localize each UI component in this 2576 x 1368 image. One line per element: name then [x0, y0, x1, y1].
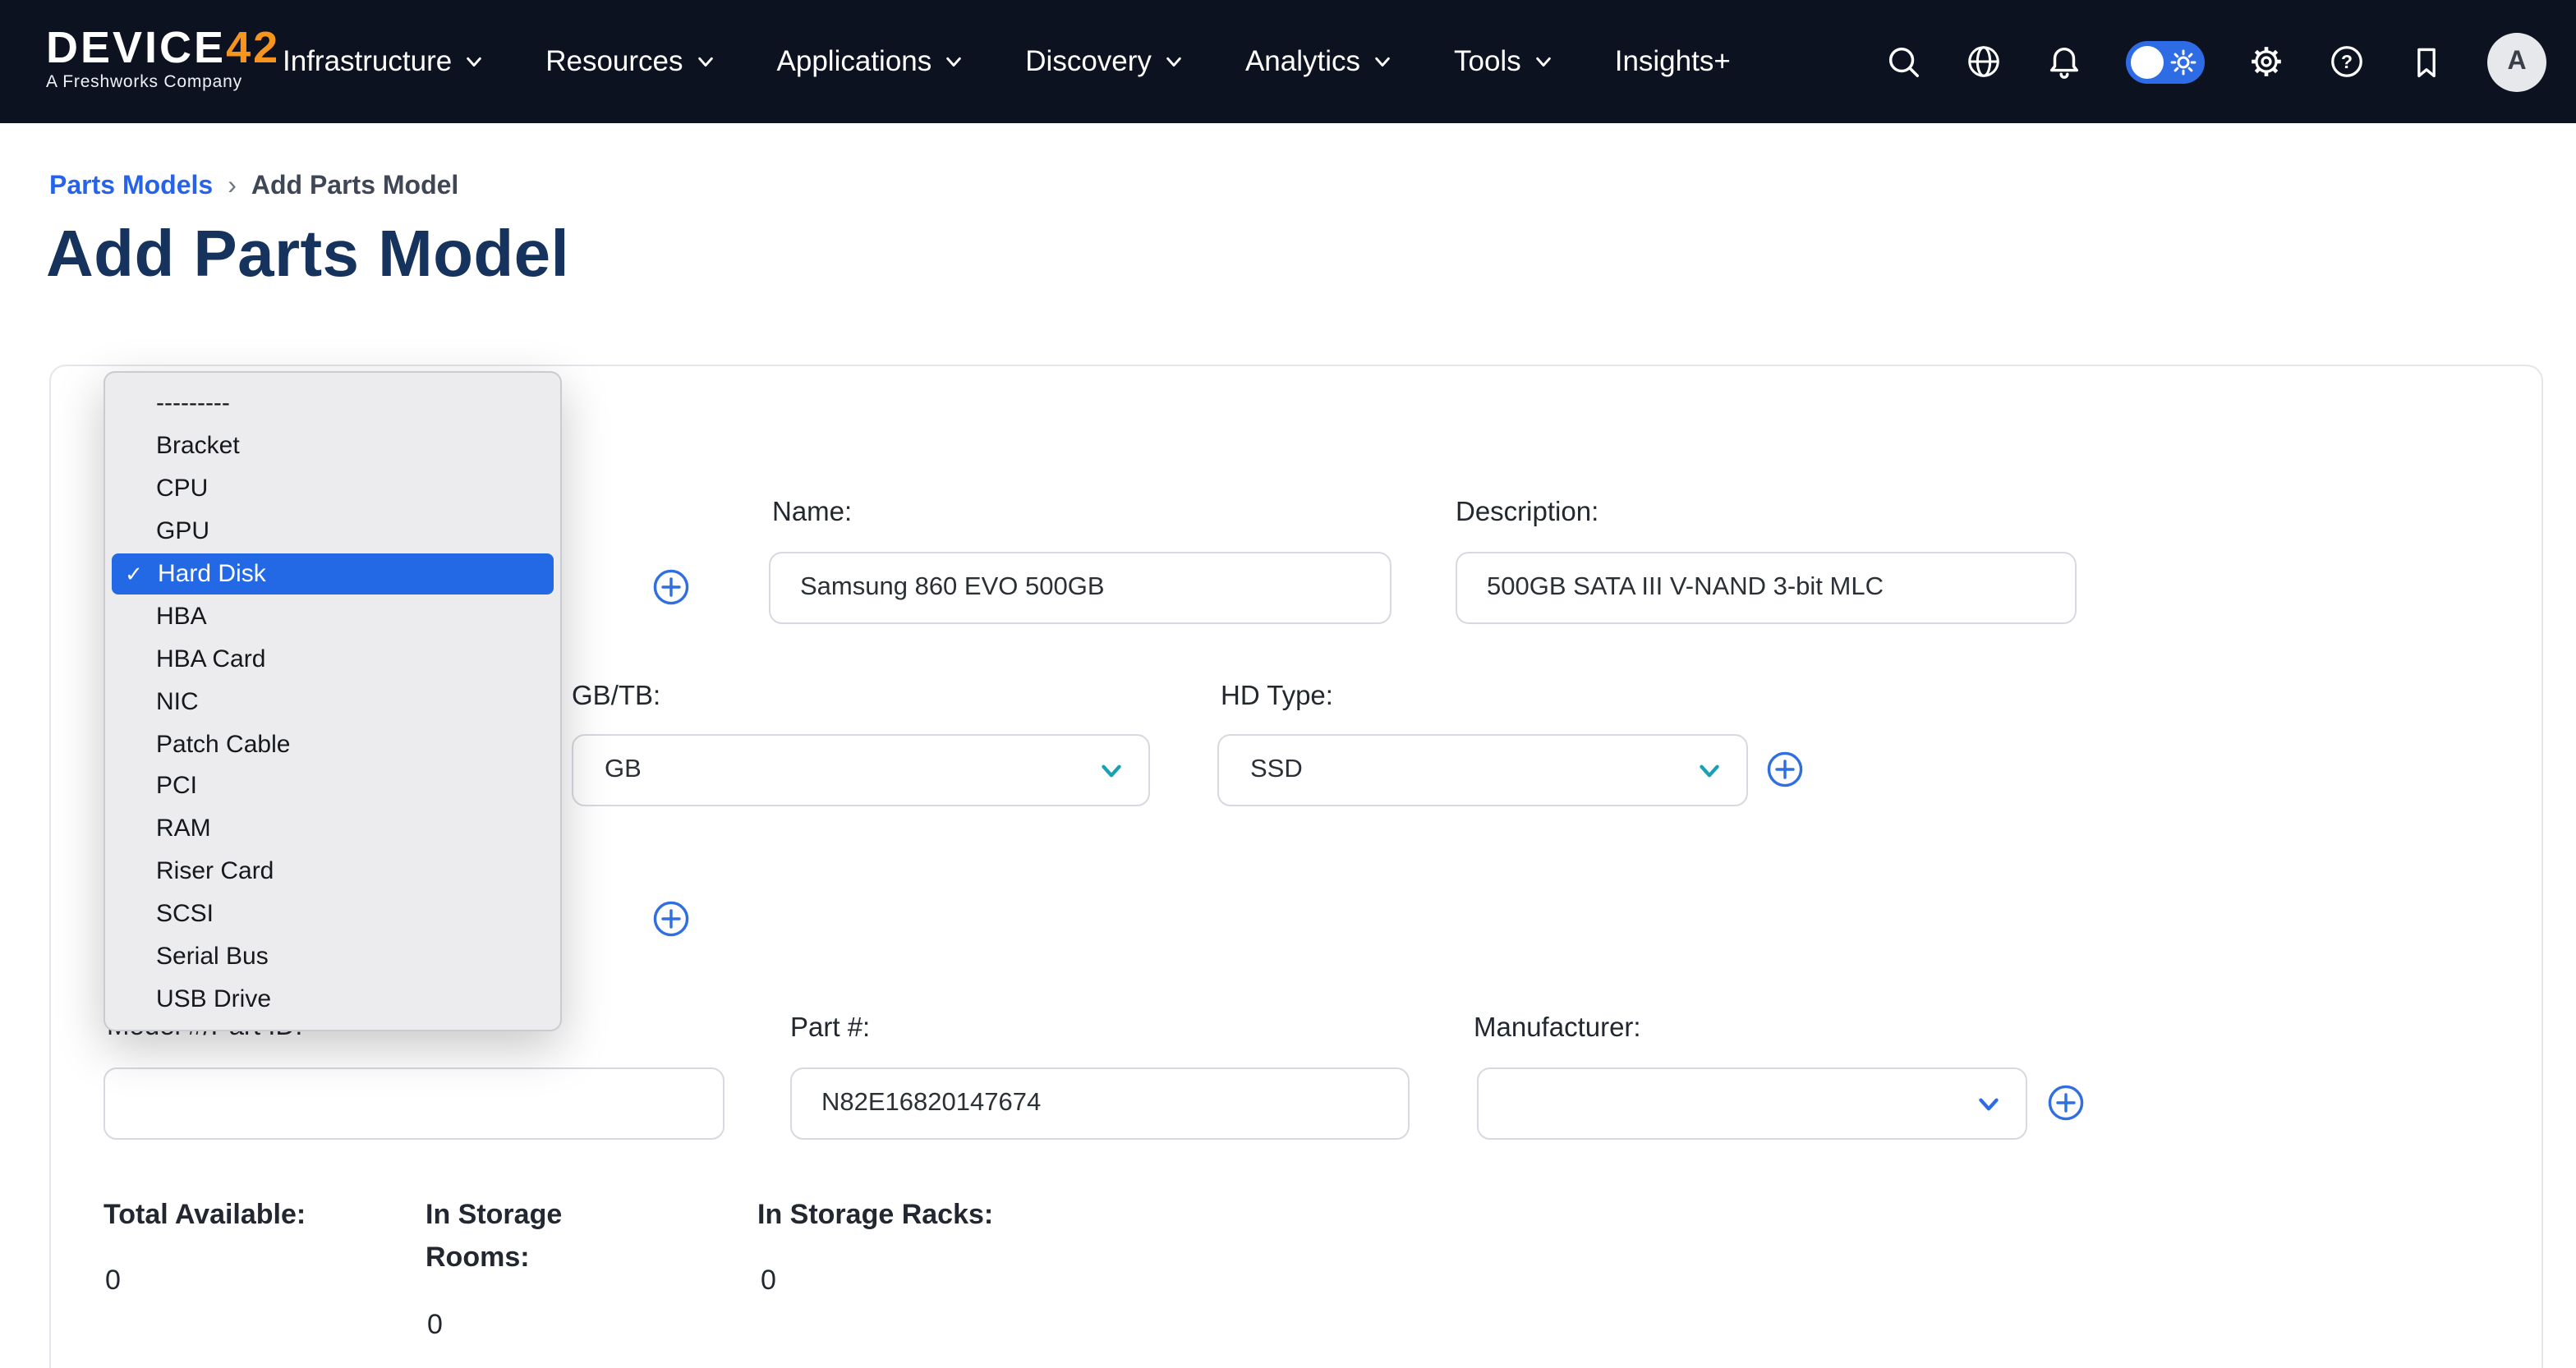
- breadcrumb: Parts Models › Add Parts Model: [49, 172, 458, 202]
- nav-item-label: Applications: [777, 44, 932, 79]
- description-input[interactable]: [1456, 552, 2077, 624]
- hd-type-label: HD Type:: [1221, 682, 1333, 713]
- dropdown-option[interactable]: Patch Cable: [112, 723, 554, 765]
- help-icon[interactable]: ?: [2328, 43, 2366, 80]
- nav-item-insights-plus[interactable]: Insights+: [1615, 44, 1731, 79]
- search-icon[interactable]: [1884, 43, 1922, 80]
- nav-item-label: Infrastructure: [283, 44, 452, 79]
- logo-device-text: DEVICE: [46, 23, 226, 72]
- dropdown-option[interactable]: Riser Card: [112, 851, 554, 893]
- name-input[interactable]: [769, 552, 1392, 624]
- bell-icon[interactable]: [2045, 43, 2083, 80]
- avatar-letter: A: [2507, 47, 2526, 76]
- type-dropdown-menu: --------- Bracket CPU GPU ✓ Hard Disk HB…: [104, 371, 562, 1032]
- gbtb-select-value: GB: [605, 755, 642, 785]
- chevron-down-icon: [1097, 756, 1125, 784]
- toggle-knob: [2131, 45, 2164, 78]
- part-number-input[interactable]: [790, 1067, 1410, 1140]
- nav-item-label: Resources: [545, 44, 683, 79]
- total-available-label: Total Available:: [104, 1194, 306, 1237]
- breadcrumb-separator: ›: [228, 172, 237, 202]
- plus-circle-icon: [1766, 751, 1804, 788]
- add-vendor-button[interactable]: [652, 900, 690, 938]
- chevron-down-icon: [1534, 53, 1552, 71]
- description-label: Description:: [1456, 498, 1598, 529]
- plus-circle-icon: [652, 900, 690, 938]
- page-title: Add Parts Model: [46, 218, 569, 292]
- dropdown-option[interactable]: PCI: [112, 765, 554, 808]
- in-storage-racks-label: In Storage Racks:: [757, 1194, 993, 1237]
- globe-icon[interactable]: [1965, 43, 2003, 80]
- nav-item-infrastructure[interactable]: Infrastructure: [283, 44, 483, 79]
- check-icon: ✓: [125, 561, 148, 587]
- svg-text:?: ?: [2341, 51, 2353, 72]
- theme-toggle[interactable]: [2126, 40, 2205, 83]
- chevron-down-icon: [465, 53, 483, 71]
- top-nav: DEVICE42 A Freshworks Company Infrastruc…: [0, 0, 2576, 123]
- bookmark-icon[interactable]: [2408, 44, 2445, 80]
- total-available-value: 0: [105, 1265, 121, 1297]
- part-number-label: Part #:: [790, 1013, 870, 1044]
- logo-wordmark: DEVICE42: [46, 25, 280, 71]
- chevron-down-icon: [1975, 1090, 2003, 1118]
- manufacturer-label: Manufacturer:: [1474, 1013, 1641, 1044]
- nav-item-applications[interactable]: Applications: [777, 44, 964, 79]
- chevron-down-icon: [697, 53, 715, 71]
- nav-utilities: ? A: [1884, 0, 2546, 123]
- breadcrumb-parts-models-link[interactable]: Parts Models: [49, 172, 213, 202]
- gbtb-select[interactable]: GB: [572, 734, 1150, 806]
- plus-circle-icon: [2047, 1084, 2085, 1122]
- nav-links: Infrastructure Resources Applications Di…: [283, 0, 1731, 123]
- dropdown-option[interactable]: Bracket: [112, 425, 554, 468]
- breadcrumb-current: Add Parts Model: [251, 172, 458, 202]
- dropdown-option[interactable]: HBA Card: [112, 638, 554, 681]
- chevron-down-icon: [1695, 756, 1723, 784]
- avatar[interactable]: A: [2487, 32, 2546, 91]
- nav-item-analytics[interactable]: Analytics: [1245, 44, 1392, 79]
- device42-logo[interactable]: DEVICE42 A Freshworks Company: [46, 25, 280, 92]
- gear-icon[interactable]: [2247, 43, 2285, 80]
- logo-42-text: 42: [226, 23, 280, 72]
- plus-circle-icon: [652, 568, 690, 606]
- dropdown-option[interactable]: ---------: [112, 383, 554, 425]
- chevron-down-icon: [1165, 53, 1183, 71]
- dropdown-option[interactable]: USB Drive: [112, 978, 554, 1021]
- logo-tagline: A Freshworks Company: [46, 72, 280, 92]
- nav-item-tools[interactable]: Tools: [1454, 44, 1552, 79]
- add-hd-type-button[interactable]: [1766, 751, 1804, 788]
- in-storage-racks-value: 0: [761, 1265, 776, 1297]
- nav-item-label: Insights+: [1615, 44, 1731, 79]
- add-manufacturer-button[interactable]: [2047, 1084, 2085, 1122]
- page: DEVICE42 A Freshworks Company Infrastruc…: [0, 0, 2576, 1368]
- nav-item-discovery[interactable]: Discovery: [1025, 44, 1183, 79]
- hd-type-select[interactable]: SSD: [1217, 734, 1748, 806]
- dropdown-option[interactable]: RAM: [112, 808, 554, 851]
- dropdown-option[interactable]: Serial Bus: [112, 935, 554, 978]
- dropdown-option[interactable]: SCSI: [112, 893, 554, 935]
- nav-item-label: Discovery: [1025, 44, 1152, 79]
- gbtb-label: GB/TB:: [572, 682, 660, 713]
- chevron-down-icon: [1373, 53, 1392, 71]
- dropdown-option[interactable]: CPU: [112, 468, 554, 511]
- name-label: Name:: [772, 498, 852, 529]
- dropdown-option[interactable]: NIC: [112, 680, 554, 723]
- dropdown-option[interactable]: GPU: [112, 510, 554, 553]
- hd-type-select-value: SSD: [1250, 755, 1303, 785]
- sun-icon: [2169, 47, 2198, 76]
- add-type-button[interactable]: [652, 568, 690, 606]
- dropdown-option-label: Hard Disk: [158, 560, 266, 588]
- screenshot-viewport: DEVICE42 A Freshworks Company Infrastruc…: [0, 0, 2576, 1368]
- nav-item-resources[interactable]: Resources: [545, 44, 714, 79]
- manufacturer-select[interactable]: [1477, 1067, 2027, 1140]
- dropdown-option-selected[interactable]: ✓ Hard Disk: [112, 553, 554, 595]
- in-storage-rooms-value: 0: [427, 1309, 443, 1342]
- model-part-id-input[interactable]: [104, 1067, 724, 1140]
- dropdown-option[interactable]: HBA: [112, 595, 554, 638]
- chevron-down-icon: [945, 53, 963, 71]
- in-storage-rooms-label: In Storage Rooms:: [426, 1194, 610, 1280]
- nav-item-label: Analytics: [1245, 44, 1360, 79]
- nav-item-label: Tools: [1454, 44, 1521, 79]
